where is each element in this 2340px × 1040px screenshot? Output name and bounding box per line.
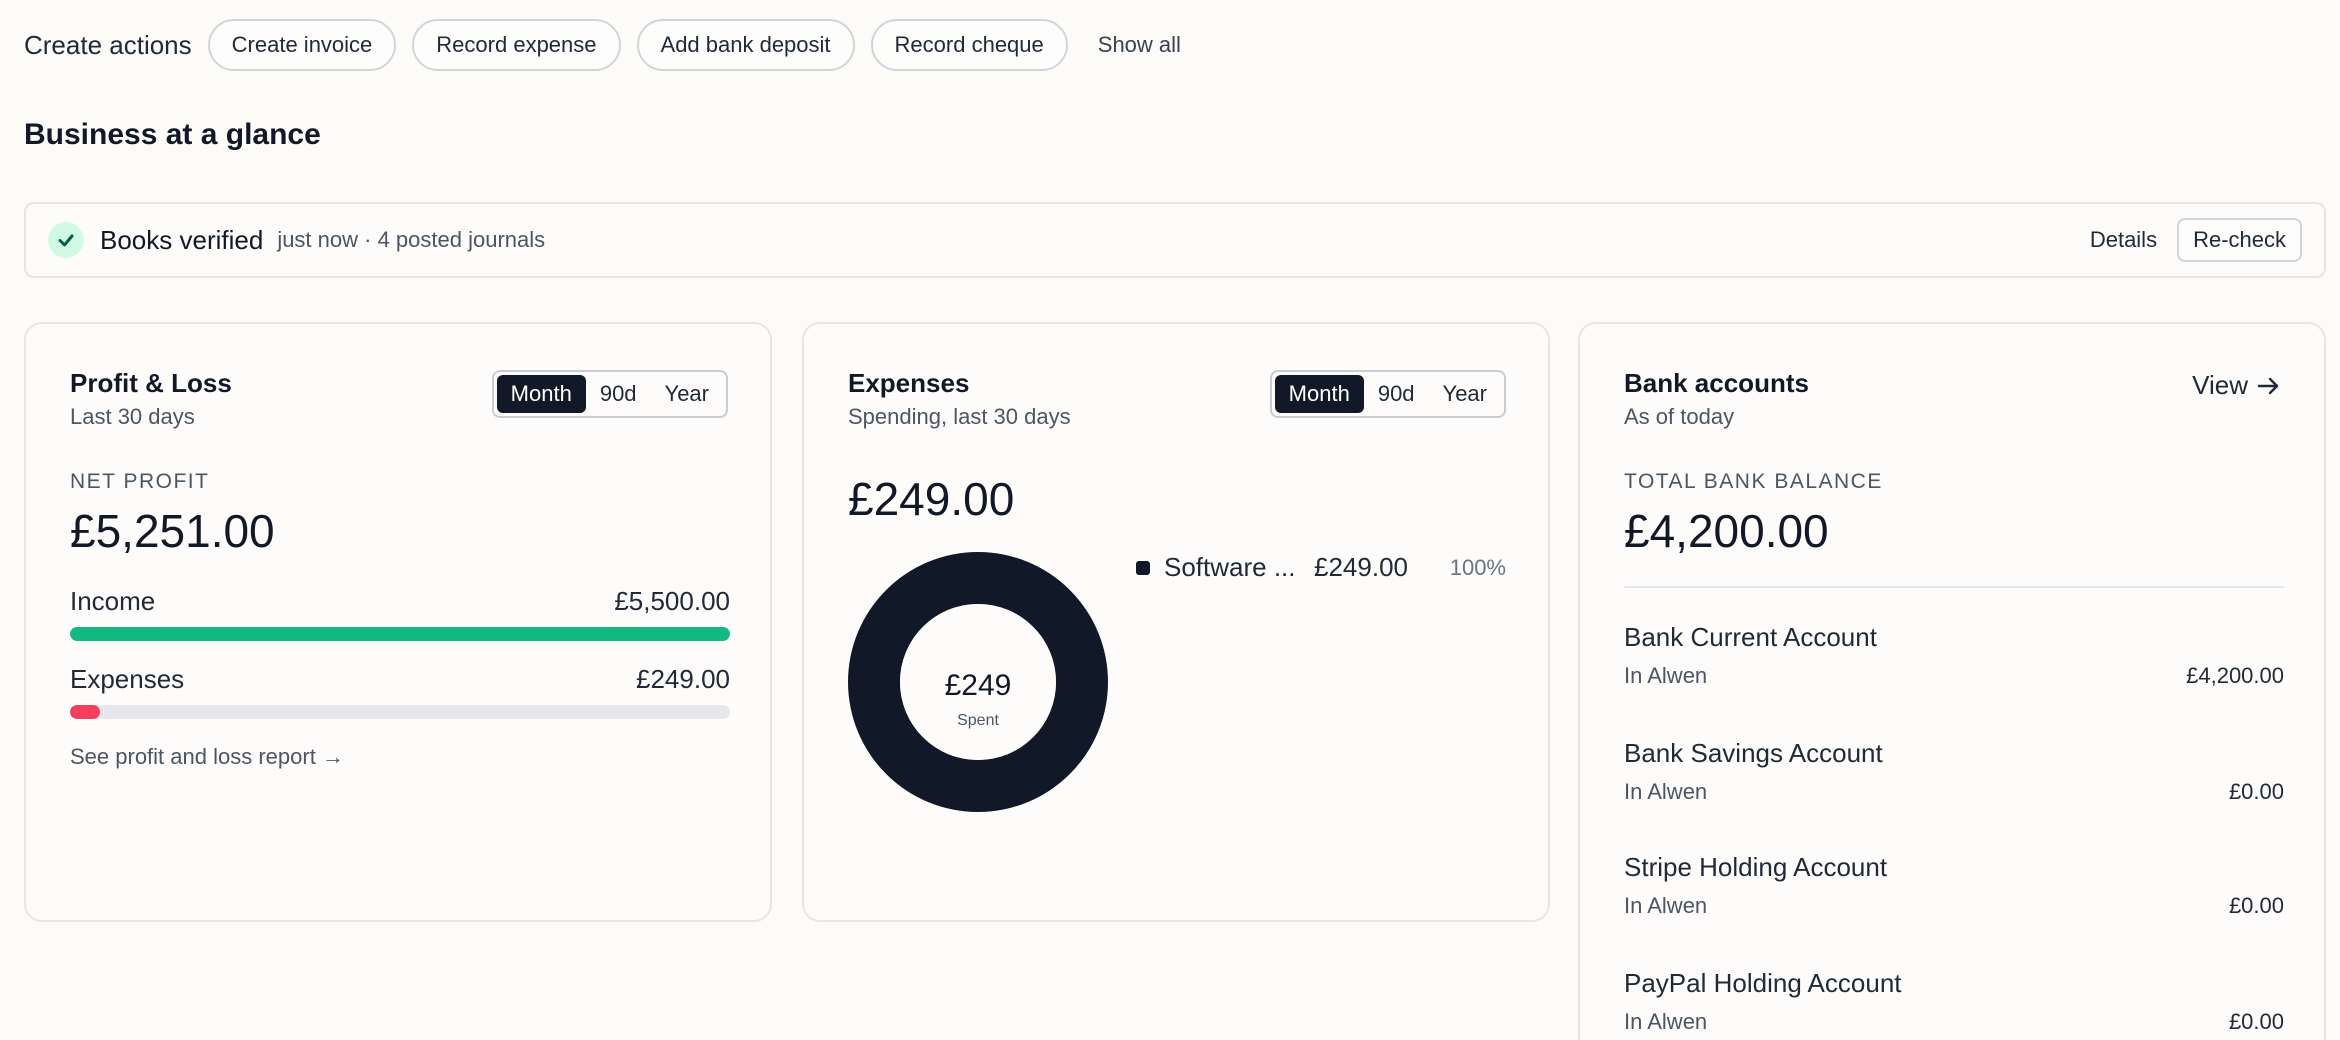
- account-org: In Alwen: [1624, 663, 1708, 688]
- books-verified-banner: Books verified just now · 4 posted journ…: [24, 202, 2326, 278]
- show-all-link[interactable]: Show all: [1098, 32, 1181, 58]
- expenses-value: £249.00: [636, 664, 730, 694]
- income-value: £5,500.00: [614, 586, 730, 616]
- account-name: Stripe Holding Account: [1624, 852, 1888, 882]
- arrow-right-icon: [2257, 377, 2279, 394]
- period-month[interactable]: Month: [496, 375, 586, 413]
- record-expense-button[interactable]: Record expense: [412, 19, 621, 71]
- add-bank-deposit-button[interactable]: Add bank deposit: [636, 19, 855, 71]
- card-title: Expenses: [848, 368, 970, 398]
- net-profit-label: NET PROFIT: [70, 470, 210, 493]
- account-org: In Alwen: [1624, 779, 1708, 804]
- details-link[interactable]: Details: [2090, 227, 2157, 253]
- bank-accounts-card: Bank accounts As of today View TOTAL BAN…: [1578, 322, 2326, 1040]
- total-bank-balance-value: £4,200.00: [1624, 505, 1829, 557]
- profit-loss-card: Profit & Loss Last 30 days Month 90d Yea…: [24, 322, 772, 922]
- period-90d[interactable]: 90d: [1364, 375, 1429, 413]
- account-org: In Alwen: [1624, 893, 1708, 918]
- legend-amount: £249.00: [1314, 552, 1408, 582]
- donut-center-caption: Spent: [957, 712, 999, 729]
- account-org: In Alwen: [1624, 1009, 1708, 1034]
- bank-account-row[interactable]: PayPal Holding Account In Alwen £0.00: [1624, 968, 2284, 1035]
- profit-loss-report-link[interactable]: See profit and loss report →: [70, 744, 344, 770]
- income-bar-fill: [70, 627, 730, 641]
- section-title: Business at a glance: [24, 118, 321, 151]
- verified-title: Books verified: [100, 224, 264, 255]
- expenses-row: Expenses £249.00: [70, 664, 730, 719]
- net-profit-value: £5,251.00: [70, 505, 275, 557]
- account-balance: £0.00: [2228, 893, 2284, 918]
- account-name: Bank Current Account: [1624, 622, 1877, 652]
- period-toggle: Month 90d Year: [1269, 370, 1506, 418]
- legend-name: Software ...: [1164, 552, 1296, 582]
- create-actions-label: Create actions: [24, 29, 192, 60]
- card-subtitle: Spending, last 30 days: [848, 404, 1071, 429]
- account-balance: £0.00: [2228, 779, 2284, 804]
- expenses-label: Expenses: [70, 664, 185, 694]
- account-balance: £4,200.00: [2186, 663, 2284, 688]
- dashboard-page: Create actions Create invoice Record exp…: [0, 0, 2340, 1040]
- income-row: Income £5,500.00: [70, 586, 730, 641]
- period-year[interactable]: Year: [651, 375, 723, 413]
- income-label: Income: [70, 586, 156, 616]
- account-name: Bank Savings Account: [1624, 738, 1883, 768]
- bank-account-row[interactable]: Bank Current Account In Alwen £4,200.00: [1624, 622, 2284, 689]
- expenses-bar-fill: [70, 705, 100, 719]
- expenses-total: £249.00: [848, 473, 1015, 525]
- donut-center-value: £249: [945, 669, 1012, 702]
- view-link[interactable]: View: [2192, 370, 2282, 401]
- card-title: Profit & Loss: [70, 368, 232, 398]
- card-subtitle: As of today: [1624, 404, 1735, 429]
- expenses-bar: [70, 705, 730, 719]
- period-month[interactable]: Month: [1274, 375, 1364, 413]
- period-toggle: Month 90d Year: [491, 370, 728, 418]
- period-year[interactable]: Year: [1429, 375, 1501, 413]
- expenses-donut-chart: £249 Spent: [848, 552, 1108, 812]
- legend-item: Software ... £249.00 100%: [1136, 552, 1506, 583]
- card-subtitle: Last 30 days: [70, 404, 195, 429]
- recheck-button[interactable]: Re-check: [2177, 218, 2302, 262]
- view-label: View: [2192, 370, 2248, 400]
- account-balance: £0.00: [2228, 1009, 2284, 1034]
- legend-percent: 100%: [1449, 554, 1506, 580]
- account-name: PayPal Holding Account: [1624, 968, 1902, 998]
- total-bank-balance-label: TOTAL BANK BALANCE: [1624, 470, 1883, 493]
- create-actions-bar: Create actions Create invoice Record exp…: [24, 18, 1181, 72]
- bank-account-row[interactable]: Bank Savings Account In Alwen £0.00: [1624, 738, 2284, 805]
- record-cheque-button[interactable]: Record cheque: [870, 19, 1068, 71]
- expenses-card: Expenses Spending, last 30 days Month 90…: [802, 322, 1550, 922]
- create-invoice-button[interactable]: Create invoice: [207, 19, 397, 71]
- period-90d[interactable]: 90d: [586, 375, 651, 413]
- check-icon: [48, 222, 84, 258]
- divider: [1624, 586, 2284, 588]
- card-title: Bank accounts: [1624, 368, 1809, 398]
- bank-account-row[interactable]: Stripe Holding Account In Alwen £0.00: [1624, 852, 2284, 919]
- legend-swatch: [1136, 560, 1150, 575]
- income-bar: [70, 627, 730, 641]
- verified-subtitle: just now · 4 posted journals: [277, 227, 546, 252]
